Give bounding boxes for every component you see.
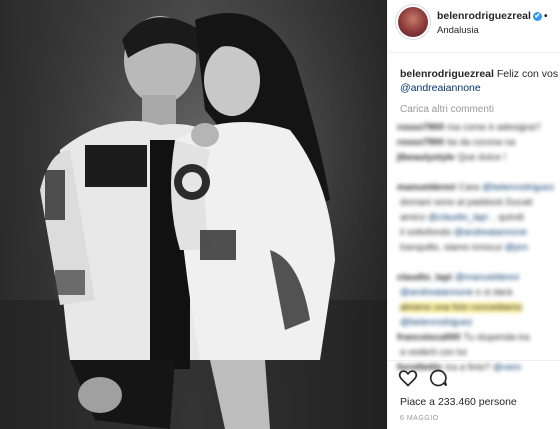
- comment-text: Cara: [458, 182, 482, 193]
- separator-dot: •: [543, 11, 548, 22]
- comment-row: [397, 257, 560, 269]
- comment-row: almeno una foto concediamo: [397, 302, 560, 314]
- comment-mention[interactable]: @andreaiannone: [454, 227, 527, 238]
- comment-row: rosso7900 tia da corona na: [397, 137, 560, 149]
- comment-row: [397, 167, 560, 179]
- post-date: 6 MAGGIO: [400, 415, 439, 422]
- comment-row: il sottofondo @andreaiannone: [397, 227, 560, 239]
- comment-username[interactable]: claudio_lapi: [397, 272, 452, 283]
- comment-text: il sottofondo: [400, 227, 454, 238]
- comment-row: jlbeautystyle Que dulce !: [397, 152, 560, 164]
- comment-highlight: almeno una foto concediamo: [400, 302, 522, 313]
- comment-row: amico @claudio_lapi .. quindi: [397, 212, 560, 224]
- comment-text-tail: .. quindi: [487, 212, 524, 223]
- comment-row: tranquillo, siamo innocui @pro: [397, 242, 560, 254]
- username-text[interactable]: belenrodriguezreal: [437, 10, 531, 22]
- comment-text: tranquillo, siamo innocui: [400, 242, 505, 253]
- comment-mention[interactable]: @manueldenni: [455, 272, 519, 283]
- comment-row: francoisca000 Tu stupenda tra: [397, 332, 560, 344]
- comment-username[interactable]: francoisca000: [397, 332, 460, 343]
- comment-row: a vederti con lui: [397, 347, 560, 359]
- action-bar: [388, 360, 560, 389]
- couple-photo-image: [0, 0, 387, 429]
- comment-username[interactable]: jlbeautystyle: [397, 152, 455, 163]
- post-location[interactable]: Andalusia: [437, 25, 479, 36]
- post-caption: belenrodriguezreal Feliz con vos: [400, 68, 558, 80]
- comment-text: domani sono al paddock Ducati: [400, 197, 533, 208]
- verified-badge-icon: ✔: [532, 11, 542, 21]
- heart-outline-icon[interactable]: [398, 368, 418, 388]
- comment-mention[interactable]: @belenrodriguez: [400, 317, 473, 328]
- comment-row: manueldenni Cara @belenrodriguez: [397, 182, 560, 194]
- comment-text: ma come è adesigna?: [447, 122, 541, 133]
- comment-text: Tu stupenda tra: [463, 332, 530, 343]
- comment-text: Que dulce !: [457, 152, 507, 163]
- caption-username[interactable]: belenrodriguezreal: [400, 68, 494, 80]
- comment-username[interactable]: rosso7900: [397, 137, 444, 148]
- post-sidebar: belenrodriguezreal ✔ • Andalusia belenrodr…: [387, 0, 560, 429]
- comments-list: rosso7900 ma come è adesigna? rosso7900 tia…: [397, 122, 560, 377]
- post-username[interactable]: belenrodriguezreal ✔ •: [437, 10, 547, 22]
- comment-text: amico: [400, 212, 428, 223]
- comment-row: @andreaiannone o si darà: [397, 287, 560, 299]
- comment-text: tia da corona na: [447, 137, 516, 148]
- post-header: belenrodriguezreal ✔ • Andalusia: [388, 0, 560, 53]
- comment-mention[interactable]: @pro: [505, 242, 528, 253]
- comment-mention[interactable]: @claudio_lapi: [428, 212, 488, 223]
- comment-row: domani sono al paddock Ducati: [397, 197, 560, 209]
- comment-row: claudio_lapi @manueldenni: [397, 272, 560, 284]
- speech-bubble-icon[interactable]: [428, 368, 448, 388]
- comment-row: rosso7900 ma come è adesigna?: [397, 122, 560, 134]
- caption-mention[interactable]: @andreaiannone: [400, 82, 481, 94]
- likes-count[interactable]: Piace a 233.460 persone: [400, 396, 517, 408]
- comment-mention[interactable]: @belenrodriguez: [482, 182, 555, 193]
- comment-username[interactable]: manueldenni: [397, 182, 456, 193]
- comment-username[interactable]: rosso7900: [397, 122, 444, 133]
- caption-text: Feliz con vos: [496, 68, 559, 80]
- post-photo[interactable]: [0, 0, 387, 429]
- comment-row: @belenrodriguez: [397, 317, 560, 329]
- avatar[interactable]: [398, 7, 428, 37]
- comment-text-tail: o si darà: [473, 287, 513, 298]
- comment-text: a vederti con lui: [400, 347, 467, 358]
- load-more-comments-link[interactable]: Carica altri commenti: [400, 104, 494, 115]
- comment-mention[interactable]: @andreaiannone: [400, 287, 473, 298]
